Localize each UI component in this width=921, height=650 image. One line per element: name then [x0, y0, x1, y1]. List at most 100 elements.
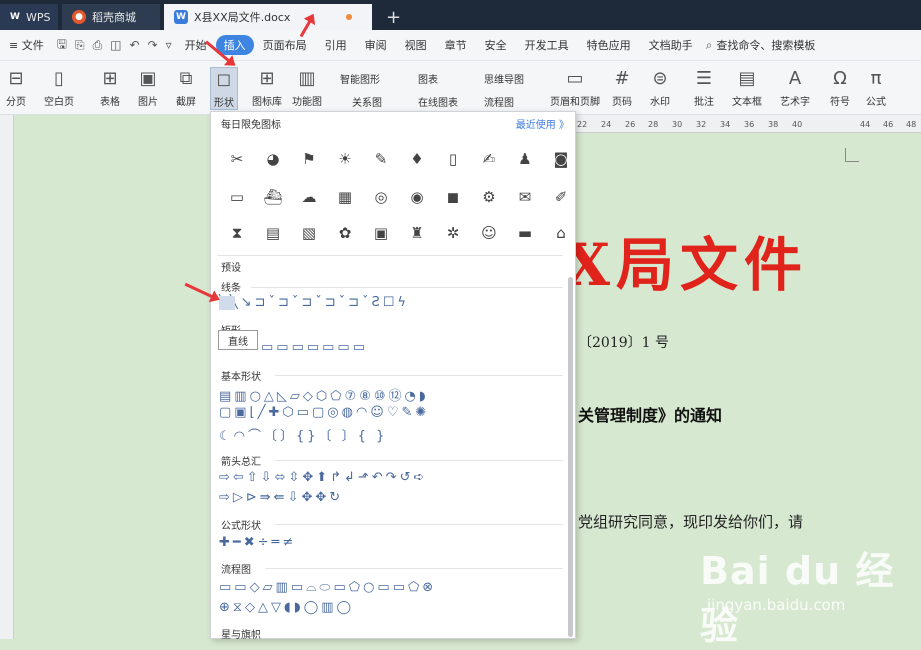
label: 符号: [830, 97, 850, 108]
mail-icon[interactable]: ✉: [507, 188, 543, 206]
table-button[interactable]: ⊞ 表格: [100, 67, 120, 108]
basic-shapes-row[interactable]: ▤▥○△◺▱◇⬡⬠⑦⑧⑩⑫◔◗: [219, 385, 429, 404]
page-icon[interactable]: ▯: [435, 150, 471, 168]
hourglass-icon[interactable]: ⧗: [219, 224, 255, 242]
symbol-button[interactable]: Ω 符号: [830, 67, 850, 108]
blank-page-button[interactable]: ▯ 空白页: [44, 67, 74, 108]
textbox-button[interactable]: ▤ 文本框: [732, 67, 762, 108]
line-shape-hover[interactable]: [219, 296, 235, 310]
radio-icon[interactable]: ▭: [219, 188, 255, 206]
tab-wps[interactable]: W WPS: [0, 4, 58, 30]
boat-icon[interactable]: ⛴: [255, 188, 291, 206]
section-formula-shapes: 公式形状: [221, 521, 261, 532]
mindmap-button[interactable]: 思维导图: [484, 71, 524, 86]
camera2-icon[interactable]: ▬: [507, 224, 543, 242]
smart-shape-button[interactable]: 智能图形: [340, 71, 380, 86]
section-presets: 预设: [221, 263, 241, 274]
screenshot-button[interactable]: ⧉ 截屏: [176, 67, 196, 108]
baidu-watermark-url: jingyan.baidu.com: [707, 596, 846, 614]
lock-icon[interactable]: ⌂: [543, 224, 579, 242]
person-icon[interactable]: ☺: [471, 224, 507, 242]
undo-icon[interactable]: ↶: [126, 38, 144, 52]
arrow-shapes-row[interactable]: ⇨⇦⇧⇩⬄⇳✥⬆↱↲⬏↶↷↺➪: [219, 470, 427, 485]
trash-icon[interactable]: ♜: [399, 224, 435, 242]
icon-library-button[interactable]: ⊞ 图标库: [252, 67, 282, 108]
camera-icon[interactable]: ◙: [543, 150, 579, 168]
watermark-button[interactable]: ⊜ 水印: [650, 67, 670, 108]
label: 截屏: [176, 97, 196, 108]
save-icon[interactable]: 🖫: [53, 35, 71, 56]
search-doc-icon[interactable]: ▣: [363, 224, 399, 242]
edit-icon[interactable]: ✐: [543, 188, 579, 206]
line-shapes[interactable]: ╲╲↘⊐ˇ⊐ˇ⊐ˇ⊐ˇ⊐ˇƧ☐ϟ: [219, 295, 409, 310]
shapes-button[interactable]: ◻ 形状: [210, 67, 238, 110]
document-number: 〔2019〕1 号: [578, 335, 669, 351]
export-pdf-icon[interactable]: ⎘: [71, 38, 89, 53]
function-chart-button[interactable]: ▥ 功能图: [292, 67, 322, 108]
rectangle-shapes[interactable]: ▭▭▭▭▭▭▭: [261, 340, 368, 355]
icon-library-icon: ⊞: [259, 68, 275, 89]
note-icon[interactable]: ✍: [471, 150, 507, 168]
picture-button[interactable]: ▣ 图片: [138, 67, 158, 108]
pen-icon[interactable]: ✎: [363, 150, 399, 168]
relation-chart-button[interactable]: 关系图: [352, 94, 382, 109]
cloud-icon[interactable]: ☁: [291, 188, 327, 206]
stamp-icon[interactable]: ♦: [399, 150, 435, 168]
menu-review[interactable]: 审阅: [356, 37, 396, 53]
redo-icon[interactable]: ↷: [144, 38, 162, 52]
menu-chapter[interactable]: 章节: [436, 37, 476, 53]
users-icon[interactable]: ♟: [507, 150, 543, 168]
menu-security[interactable]: 安全: [476, 37, 516, 53]
formula-button[interactable]: π 公式: [866, 67, 886, 108]
print-icon[interactable]: ⎙: [89, 38, 107, 53]
divider: [265, 568, 563, 569]
new-tab-button[interactable]: +: [386, 4, 401, 30]
chart-button[interactable]: 图表: [418, 71, 438, 86]
preview-icon[interactable]: ◫: [106, 38, 125, 52]
art-text-button[interactable]: A 艺术字: [780, 67, 810, 108]
recent-used-link[interactable]: 最近使用 》: [516, 116, 569, 131]
target-icon[interactable]: ◎: [363, 188, 399, 206]
command-search[interactable]: 查找命令、搜索模板: [716, 37, 824, 53]
menu-features[interactable]: 特色应用: [578, 37, 640, 53]
arrow-shapes-row[interactable]: ⇨▷⊳⇛⇚⇩✥✥↻: [219, 490, 343, 505]
menu-page-layout[interactable]: 页面布局: [254, 37, 316, 53]
bulb-icon[interactable]: ☀: [327, 150, 363, 168]
tab-document[interactable]: W X县XX局文件.docx: [164, 4, 372, 30]
basic-shapes-row[interactable]: ☾◠⌒〔〕{}〔 〕{ }: [219, 425, 387, 444]
puzzle-icon[interactable]: ✿: [327, 224, 363, 242]
menu-doc-assistant[interactable]: 文档助手: [640, 37, 702, 53]
search-icon: ⌕: [705, 37, 713, 52]
more-icon[interactable]: ▿: [162, 38, 176, 52]
formula-shapes-row[interactable]: ✚━✖÷═≠: [219, 535, 296, 550]
icon-row: ▭ ⛴ ☁ ▦ ◎ ◉ ◼ ⚙ ✉ ✐: [219, 188, 579, 206]
page-break-button[interactable]: ⊟ 分页: [6, 67, 26, 108]
contact-icon[interactable]: ◼: [435, 188, 471, 206]
page-number-button[interactable]: # 页码: [612, 67, 632, 108]
tab-shop[interactable]: ● 稻壳商城: [62, 4, 160, 30]
crab-icon[interactable]: ✲: [435, 224, 471, 242]
textbox-icon: ▤: [738, 68, 756, 89]
globe-icon[interactable]: ◉: [399, 188, 435, 206]
menu-view[interactable]: 视图: [396, 37, 436, 53]
menu-reference[interactable]: 引用: [316, 37, 356, 53]
flowchart-shapes-row[interactable]: ▭▭◇▱▥▭⌓⬭▭⬠○▭▭⬠⊗: [219, 580, 436, 595]
flowchart-button[interactable]: 流程图: [484, 94, 514, 109]
pie-icon[interactable]: ◕: [255, 150, 291, 168]
calendar-icon[interactable]: ▤: [255, 224, 291, 242]
flowchart-shapes-row[interactable]: ⊕⧖◇△▽◖◗◯▥◯: [219, 600, 354, 615]
basic-shapes-row[interactable]: ▢▣⌊╱✚⬡▭▢◎◍◠☺♡✎✺: [219, 405, 429, 420]
tools-icon[interactable]: ✂: [219, 150, 255, 168]
building-icon[interactable]: ▦: [327, 188, 363, 206]
panel-scrollbar[interactable]: [568, 277, 573, 637]
presentation-icon[interactable]: ▧: [291, 224, 327, 242]
comment-button[interactable]: ☰ 批注: [694, 67, 714, 108]
flag-icon[interactable]: ⚑: [291, 150, 327, 168]
file-menu[interactable]: ≡ 文件: [0, 37, 53, 53]
ruler-tick: 36: [744, 120, 755, 129]
menu-dev-tools[interactable]: 开发工具: [516, 37, 578, 53]
online-chart-button[interactable]: 在线图表: [418, 94, 458, 109]
gear-icon[interactable]: ⚙: [471, 188, 507, 206]
header-footer-button[interactable]: ▭ 页眉和页脚: [550, 67, 600, 108]
menu-bar: ≡ 文件 🖫 ⎘ ⎙ ◫ ↶ ↷ ▿ 开始 插入 页面布局 引用 审阅 视图 章…: [0, 30, 921, 61]
